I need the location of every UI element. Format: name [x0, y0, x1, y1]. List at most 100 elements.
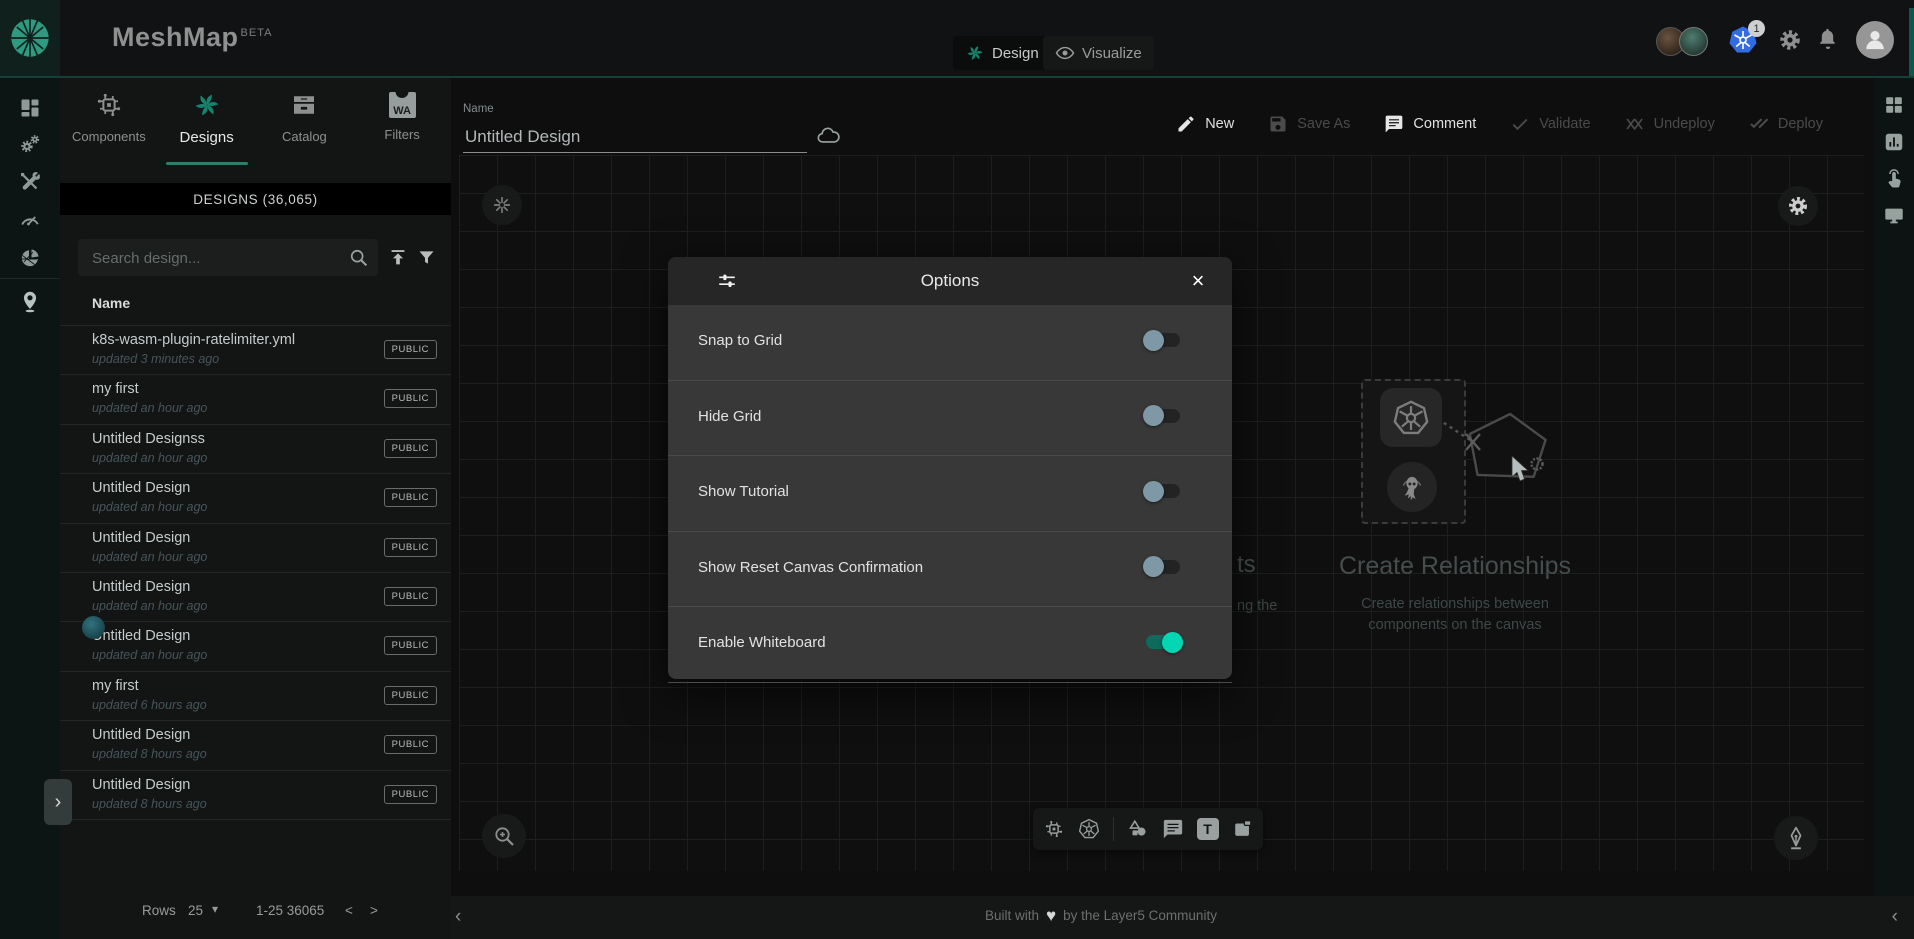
designs-sidebar: Components Designs Catalog WA Filters DE… [60, 78, 451, 939]
rows-per-page-select[interactable]: 25 [188, 903, 203, 918]
design-name: Untitled Design [92, 777, 190, 793]
mode-tab-design[interactable]: Design [953, 36, 1051, 70]
design-updated-time: updated an hour ago [92, 648, 207, 662]
notifications-bell-icon[interactable] [1816, 27, 1840, 51]
collaborator-avatar-2[interactable] [1679, 27, 1708, 56]
design-list-item[interactable]: Untitled Design updated an hour ago PUBL… [60, 622, 451, 671]
comment-button[interactable]: Comment [1384, 114, 1476, 134]
person-icon [1861, 26, 1889, 54]
design-list-item[interactable]: Untitled Design updated 8 hours ago PUBL… [60, 721, 451, 770]
display-monitor-icon[interactable] [1883, 205, 1905, 227]
mode-tab-visualize-label: Visualize [1082, 45, 1142, 62]
options-modal: Options × Snap to Grid Hide Grid [668, 257, 1232, 679]
page-next-button[interactable]: > [370, 903, 378, 918]
design-updated-time: updated 3 minutes ago [92, 352, 219, 366]
rows-per-page-caret-icon[interactable]: ▾ [212, 902, 218, 916]
extensions-pie-icon[interactable] [18, 246, 42, 270]
performance-gauge-icon[interactable] [18, 207, 42, 231]
design-list: k8s-wasm-plugin-ratelimiter.yml updated … [60, 325, 451, 820]
design-visibility-badge: PUBLIC [384, 538, 437, 557]
header-accent-edge [1909, 8, 1914, 76]
zoom-button[interactable] [482, 814, 526, 858]
design-list-item[interactable]: Untitled Design updated 8 hours ago PUBL… [60, 771, 451, 820]
analytics-chart-icon[interactable] [1883, 131, 1905, 153]
design-visibility-badge: PUBLIC [384, 686, 437, 705]
option-toggle[interactable] [1146, 560, 1180, 574]
option-row: Enable Whiteboard [668, 607, 1232, 683]
canvas-options-button[interactable] [1778, 186, 1818, 226]
layer5-logo[interactable] [0, 0, 60, 76]
context-count-badge: 1 [1748, 20, 1765, 37]
toggle-knob [1162, 632, 1183, 653]
options-modal-body: Snap to Grid Hide Grid Show Tutori [668, 305, 1232, 679]
tab-filters-label: Filters [353, 127, 451, 142]
design-visibility-badge: PUBLIC [384, 389, 437, 408]
dock-kubernetes-icon[interactable] [1078, 818, 1100, 840]
user-avatar[interactable] [1856, 21, 1894, 59]
option-toggle[interactable] [1146, 484, 1180, 498]
tab-designs[interactable]: Designs [158, 78, 256, 183]
floppy-save-icon [1268, 114, 1288, 134]
active-tab-underline [166, 162, 248, 165]
dock-text-tool[interactable]: T [1197, 818, 1219, 840]
toggle-knob [1143, 481, 1164, 502]
dock-components-icon[interactable] [1043, 818, 1065, 840]
design-list-item[interactable]: my first updated an hour ago PUBLIC [60, 375, 451, 424]
sidebar-tabs: Components Designs Catalog WA Filters [60, 78, 451, 183]
components-grid-icon[interactable] [1883, 94, 1905, 116]
design-list-item[interactable]: Untitled Design updated an hour ago PUBL… [60, 573, 451, 622]
design-list-item[interactable]: Untitled Designss updated an hour ago PU… [60, 425, 451, 474]
page-prev-button[interactable]: < [345, 903, 353, 918]
option-toggle[interactable] [1146, 635, 1180, 649]
import-design-icon[interactable] [387, 246, 409, 268]
design-list-item[interactable]: k8s-wasm-plugin-ratelimiter.yml updated … [60, 326, 451, 375]
configuration-tools-icon[interactable] [18, 170, 42, 194]
validate-button[interactable]: Validate [1510, 114, 1590, 134]
option-label: Snap to Grid [698, 332, 782, 349]
option-row: Snap to Grid [668, 305, 1232, 381]
undeploy-button[interactable]: Undeploy [1625, 114, 1715, 134]
design-visibility-badge: PUBLIC [384, 587, 437, 606]
design-name-input[interactable] [463, 122, 807, 153]
filter-funnel-icon[interactable] [416, 247, 437, 268]
tab-catalog[interactable]: Catalog [256, 78, 354, 183]
option-toggle[interactable] [1146, 409, 1180, 423]
design-list-item[interactable]: my first updated 6 hours ago PUBLIC [60, 672, 451, 721]
search-input[interactable] [90, 239, 344, 278]
snowflake-button[interactable] [482, 185, 522, 225]
design-pinwheel-icon [965, 43, 985, 63]
design-visibility-badge: PUBLIC [384, 636, 437, 655]
tab-filters[interactable]: WA Filters [353, 78, 451, 183]
squid-icon [1396, 471, 1428, 503]
gear-icon [1786, 194, 1810, 218]
tab-components[interactable]: Components [60, 78, 158, 183]
mode-tab-visualize[interactable]: Visualize [1043, 36, 1154, 70]
dashboard-icon[interactable] [18, 96, 42, 120]
whiteboard-pen-button[interactable] [1774, 816, 1818, 860]
close-icon[interactable]: × [1184, 267, 1212, 295]
design-visibility-badge: PUBLIC [384, 340, 437, 359]
meshmap-pin-icon[interactable] [18, 290, 42, 314]
panel-expand-chevron[interactable]: › [44, 779, 72, 825]
toggle-knob [1143, 405, 1164, 426]
collapse-right-chevron[interactable]: ‹ [1892, 906, 1898, 928]
catalog-drawer-icon [289, 90, 319, 120]
settings-gear-icon[interactable] [1777, 27, 1803, 53]
option-label: Hide Grid [698, 408, 761, 425]
dock-comment-icon[interactable] [1162, 818, 1184, 840]
lifecycle-gears-icon[interactable] [18, 133, 42, 157]
option-toggle[interactable] [1146, 333, 1180, 347]
collapse-left-chevron[interactable]: ‹ [455, 906, 461, 928]
design-name: Untitled Design [92, 579, 190, 595]
dock-media-icon[interactable] [1232, 818, 1254, 840]
deploy-button[interactable]: Deploy [1749, 114, 1823, 134]
dock-shapes-icon[interactable] [1127, 818, 1149, 840]
pen-nib-icon [1783, 825, 1809, 851]
dock-divider [1113, 817, 1114, 841]
design-list-item[interactable]: Untitled Design updated an hour ago PUBL… [60, 524, 451, 573]
components-chip-icon [94, 90, 124, 120]
touch-actions-icon[interactable] [1883, 168, 1905, 190]
save-as-button[interactable]: Save As [1268, 114, 1350, 134]
design-list-item[interactable]: Untitled Design updated an hour ago PUBL… [60, 474, 451, 523]
new-button[interactable]: New [1176, 114, 1234, 134]
